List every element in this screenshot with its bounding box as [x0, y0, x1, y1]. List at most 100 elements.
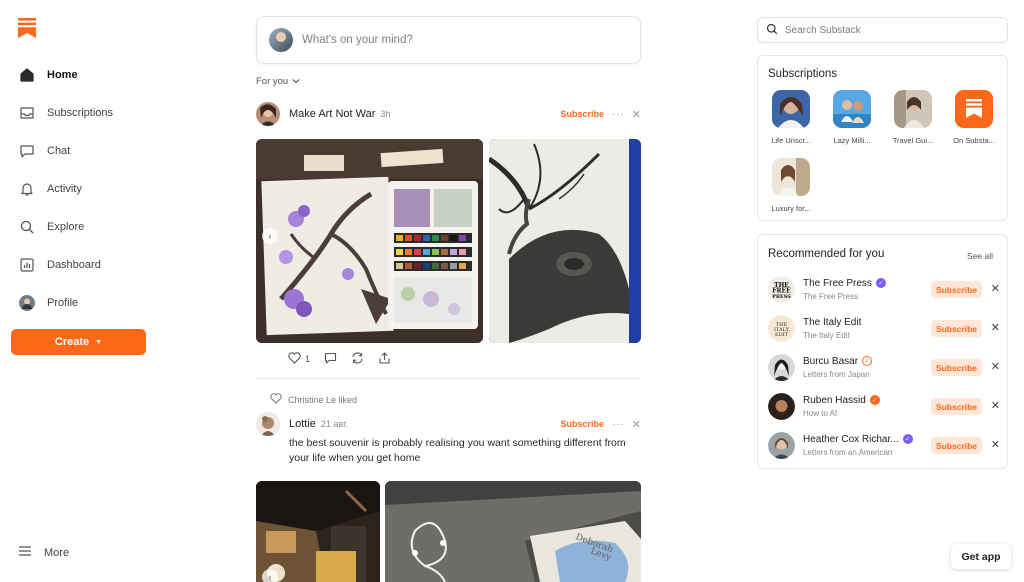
subscribe-button[interactable]: Subscribe [931, 398, 982, 415]
post-author-avatar[interactable] [256, 412, 280, 436]
subscription-tile[interactable]: Life Unscr... [763, 90, 819, 145]
heart-icon [270, 393, 282, 406]
verified-check-icon: ✓ [875, 278, 886, 288]
feed-filter-label: For you [256, 76, 289, 87]
publication-subtitle: Letters from Japan [803, 369, 870, 379]
subscribe-button[interactable]: Subscribe [931, 281, 982, 298]
recommendation-row[interactable]: THE ITALY EDIT The Italy Edit The Italy Ed… [768, 313, 1004, 343]
close-icon[interactable]: ✕ [991, 360, 1000, 373]
comment-icon [324, 352, 337, 366]
subscription-caption: Luxury for... [771, 204, 811, 213]
caret-down-icon: ▼ [95, 338, 103, 346]
close-icon[interactable]: ✕ [991, 321, 1000, 334]
carousel-prev-icon[interactable]: ‹ [262, 569, 278, 582]
subscription-caption: On Substa... [953, 136, 995, 145]
sidebar-item-label: Activity [47, 183, 82, 195]
publication-name: The Free Press [803, 277, 872, 289]
verified-check-icon: ✓ [902, 434, 913, 444]
subscription-caption: Lazy Milli... [833, 136, 871, 145]
sidebar-item-home[interactable]: Home [10, 56, 150, 94]
recommendation-row[interactable]: Burcu Basar ✓ Letters from Japan Subscrib… [768, 352, 1004, 382]
comment-button[interactable] [324, 352, 337, 366]
post-author-name[interactable]: Lottie [289, 418, 316, 430]
subscribe-button[interactable]: Subscribe [560, 419, 604, 429]
subscription-tile[interactable]: Luxury for... [763, 158, 819, 213]
post-author-avatar[interactable] [256, 102, 280, 126]
sidebar-item-label: Dashboard [47, 259, 101, 271]
recommendation-row[interactable]: Heather Cox Richar... ✓ Letters from an A… [768, 430, 1004, 460]
publication-subtitle: The Italy Edit [803, 330, 850, 340]
search-input[interactable] [785, 24, 985, 36]
sidebar-item-activity[interactable]: Activity [10, 170, 150, 208]
close-icon[interactable]: ✕ [632, 418, 641, 431]
subscription-thumbnail [772, 158, 810, 196]
hamburger-icon [18, 545, 32, 560]
subscription-tile[interactable]: Travel Gui... [885, 90, 941, 145]
recommendation-row[interactable]: THE FREE PRESS The Free Press ✓ The Free Pr… [768, 274, 1004, 304]
get-app-button[interactable]: Get app [951, 544, 1011, 569]
sidebar-item-label: Chat [47, 145, 71, 157]
restack-icon [351, 352, 364, 366]
post-body-text: the best souvenir is probably realising … [289, 437, 626, 464]
like-count: 1 [305, 354, 311, 364]
search-bar[interactable] [757, 17, 1008, 43]
substack-logo-icon[interactable] [18, 18, 36, 38]
subscription-caption: Travel Gui... [892, 136, 934, 145]
close-icon[interactable]: ✕ [632, 108, 641, 121]
chevron-down-icon [292, 76, 300, 87]
close-icon[interactable]: ✕ [991, 282, 1000, 295]
publication-name: Burcu Basar [803, 355, 859, 367]
carousel-prev-icon[interactable]: ‹ [262, 228, 278, 244]
subscription-tile[interactable]: Lazy Milli... [824, 90, 880, 145]
composer-placeholder: What's on your mind? [302, 34, 413, 46]
recommended-card: Recommended for you See all THE FREE PRESS… [757, 234, 1008, 469]
sidebar-item-label: Explore [47, 221, 85, 233]
post-image-watercolor[interactable]: ‹ [256, 139, 483, 343]
publication-name: Heather Cox Richar... [803, 433, 899, 445]
subscription-tile[interactable]: On Substa... [946, 90, 1002, 145]
post-image-train-interior[interactable]: ‹ [256, 481, 380, 582]
sidebar-item-profile[interactable]: Profile [10, 284, 150, 322]
recommendation-row[interactable]: Ruben Hassid ✓ How to AI Subscribe ✕ [768, 391, 1004, 421]
chart-icon [18, 256, 36, 274]
subscribe-button[interactable]: Subscribe [931, 437, 982, 454]
restack-button[interactable] [351, 352, 364, 366]
sidebar-item-subscriptions[interactable]: Subscriptions [10, 94, 150, 132]
like-button[interactable]: 1 [288, 352, 310, 366]
post-divider [256, 378, 641, 379]
post-image-tree-painting[interactable] [489, 139, 641, 343]
subscription-thumbnail [894, 90, 932, 128]
feed-filter-dropdown[interactable]: For you [256, 76, 300, 87]
share-button[interactable] [378, 352, 391, 366]
sidebar-item-explore[interactable]: Explore [10, 208, 150, 246]
more-options-icon[interactable]: ··· [612, 419, 625, 430]
publication-name: Ruben Hassid [803, 394, 866, 406]
subscribe-button[interactable]: Subscribe [931, 320, 982, 337]
post-actions: 1 [288, 352, 405, 366]
subscribe-button[interactable]: Subscribe [560, 109, 604, 119]
close-icon[interactable]: ✕ [991, 399, 1000, 412]
post-author-name[interactable]: Make Art Not War [289, 108, 375, 120]
search-icon [766, 23, 778, 38]
post-image-book-table[interactable]: Deborah Levy [385, 481, 641, 582]
close-icon[interactable]: ✕ [991, 438, 1000, 451]
create-button-label: Create [54, 336, 90, 348]
see-all-link[interactable]: See all [967, 251, 993, 261]
sidebar-item-label: Subscriptions [47, 107, 114, 119]
publication-logo: THE ITALY EDIT [768, 314, 795, 342]
create-button[interactable]: Create ▼ [11, 329, 146, 355]
liked-by-text[interactable]: Christine Le liked [288, 395, 357, 405]
subscribe-button[interactable]: Subscribe [931, 359, 982, 376]
subscription-caption: Life Unscr... [771, 136, 811, 145]
more-options-icon[interactable]: ··· [612, 109, 625, 120]
svg-text:EDIT: EDIT [775, 332, 789, 338]
post-header: Lottie 21 авг. Subscribe ··· ✕ [256, 411, 642, 437]
bestseller-check-icon: ✓ [862, 356, 873, 366]
composer[interactable]: What's on your mind? [256, 16, 641, 64]
more-button[interactable]: More [18, 545, 69, 560]
sidebar-item-label: Profile [47, 297, 79, 309]
publication-subtitle: Letters from an American [803, 447, 893, 457]
bestseller-check-icon: ✓ [869, 395, 880, 405]
sidebar-item-dashboard[interactable]: Dashboard [10, 246, 150, 284]
sidebar-item-chat[interactable]: Chat [10, 132, 150, 170]
